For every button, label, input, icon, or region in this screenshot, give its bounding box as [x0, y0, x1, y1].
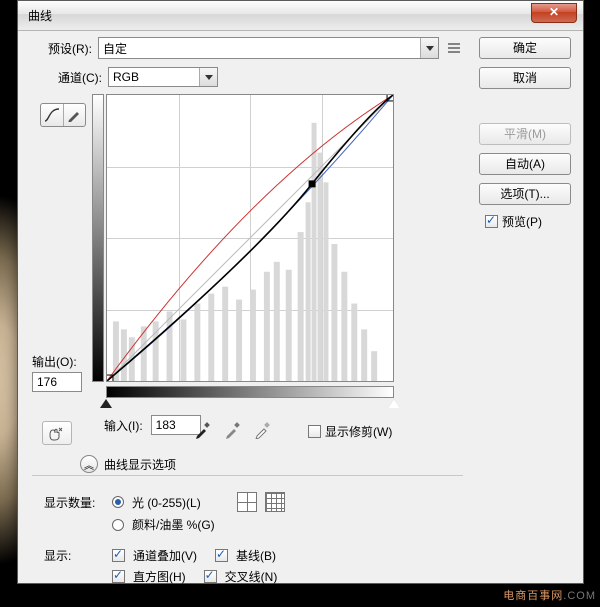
curve-tool-icon: [44, 108, 60, 122]
preset-row: 预设(R): 自定: [48, 37, 463, 59]
right-button-column: 确定 取消 平滑(M) 自动(A) 选项(T)... 预览(P): [479, 37, 571, 230]
channel-value: RGB: [113, 70, 139, 84]
light-radio-label: 光 (0-255)(L): [132, 494, 201, 511]
preview-label: 预览(P): [502, 213, 542, 230]
collapse-button[interactable]: ︽: [80, 455, 98, 473]
close-icon: ✕: [549, 5, 559, 19]
grid-fine-button[interactable]: [265, 492, 285, 512]
options-button[interactable]: 选项(T)...: [479, 183, 571, 205]
show-row-1: 显示: 通道叠加(V) 基线(B): [44, 547, 463, 564]
input-block: 输入(I):: [104, 415, 201, 435]
preset-label: 预设(R):: [48, 40, 92, 57]
white-point-slider[interactable]: [388, 399, 400, 408]
watermark: 电商百事网.COM: [503, 587, 596, 603]
display-options-toggle-row: ︽ 曲线显示选项: [80, 455, 176, 473]
curves-dialog: 曲线 ✕ 确定 取消 平滑(M) 自动(A) 选项(T)... 预览(P) 预设…: [17, 0, 584, 584]
pigment-row: 颜料/油墨 %(G): [112, 516, 463, 533]
channel-label: 通道(C):: [58, 69, 102, 86]
intersection-checkbox[interactable]: [204, 570, 217, 583]
channel-overlay-checkbox[interactable]: [112, 549, 125, 562]
show-label: 显示:: [44, 547, 104, 564]
black-point-slider[interactable]: [100, 399, 112, 408]
histogram-checkbox[interactable]: [112, 570, 125, 583]
targeted-adjust-button[interactable]: [42, 421, 72, 445]
curve-tool-toggle: [40, 103, 86, 127]
show-row-2: 直方图(H) 交叉线(N): [112, 568, 463, 585]
pencil-tool-icon: [67, 108, 81, 122]
preview-checkbox[interactable]: [485, 215, 498, 228]
channel-row: 通道(C): RGB: [58, 67, 218, 87]
display-options-group: 显示数量: 光 (0-255)(L) 颜料/油墨 %(G) 显示: 通道叠加(V…: [32, 475, 463, 589]
smooth-button: 平滑(M): [479, 123, 571, 145]
histogram-label: 直方图(H): [133, 568, 186, 585]
channel-overlay-label: 通道叠加(V): [133, 547, 197, 564]
preview-row: 预览(P): [479, 213, 571, 230]
chevrons-up-icon: ︽: [84, 457, 94, 472]
baseline-checkbox[interactable]: [215, 549, 228, 562]
input-gradient: [106, 386, 394, 398]
curves-graph[interactable]: [106, 94, 394, 382]
auto-button[interactable]: 自动(A): [479, 153, 571, 175]
chevron-down-icon: [199, 68, 217, 86]
channel-dropdown[interactable]: RGB: [108, 67, 218, 87]
histogram: [107, 95, 393, 381]
dialog-body: 确定 取消 平滑(M) 自动(A) 选项(T)... 预览(P) 预设(R): …: [18, 31, 583, 583]
cancel-button[interactable]: 取消: [479, 67, 571, 89]
input-label: 输入(I):: [104, 417, 143, 434]
pigment-radio-label: 颜料/油墨 %(G): [132, 516, 215, 533]
light-radio[interactable]: [112, 496, 124, 508]
pencil-tool-button[interactable]: [64, 104, 86, 126]
preset-menu-icon[interactable]: [445, 39, 463, 57]
output-label: 输出(O):: [32, 353, 98, 370]
eyedropper-row: [194, 421, 272, 439]
close-button[interactable]: ✕: [531, 3, 577, 23]
preset-dropdown[interactable]: 自定: [98, 37, 439, 59]
titlebar[interactable]: 曲线 ✕: [18, 1, 583, 31]
pigment-radio[interactable]: [112, 519, 124, 531]
display-options-label: 曲线显示选项: [104, 456, 176, 473]
gray-point-eyedropper[interactable]: [224, 421, 242, 439]
grid-coarse-button[interactable]: [237, 492, 257, 512]
intersection-label: 交叉线(N): [225, 568, 278, 585]
show-amount-label: 显示数量:: [44, 494, 104, 511]
output-gradient: [92, 94, 104, 382]
black-point-eyedropper[interactable]: [194, 421, 212, 439]
show-amount-row: 显示数量: 光 (0-255)(L): [44, 492, 463, 512]
output-block: 输出(O):: [32, 353, 98, 392]
window-title: 曲线: [28, 7, 52, 24]
chevron-down-icon: [420, 38, 438, 58]
output-input[interactable]: [32, 372, 82, 392]
hand-tool-icon: [47, 425, 67, 441]
preset-value: 自定: [103, 40, 127, 57]
show-clipping-checkbox[interactable]: [308, 425, 321, 438]
show-clipping-row: 显示修剪(W): [308, 423, 392, 440]
baseline-label: 基线(B): [236, 547, 276, 564]
show-clipping-label: 显示修剪(W): [325, 423, 392, 440]
ok-button[interactable]: 确定: [479, 37, 571, 59]
curve-tool-button[interactable]: [41, 104, 64, 126]
white-point-eyedropper[interactable]: [254, 421, 272, 439]
